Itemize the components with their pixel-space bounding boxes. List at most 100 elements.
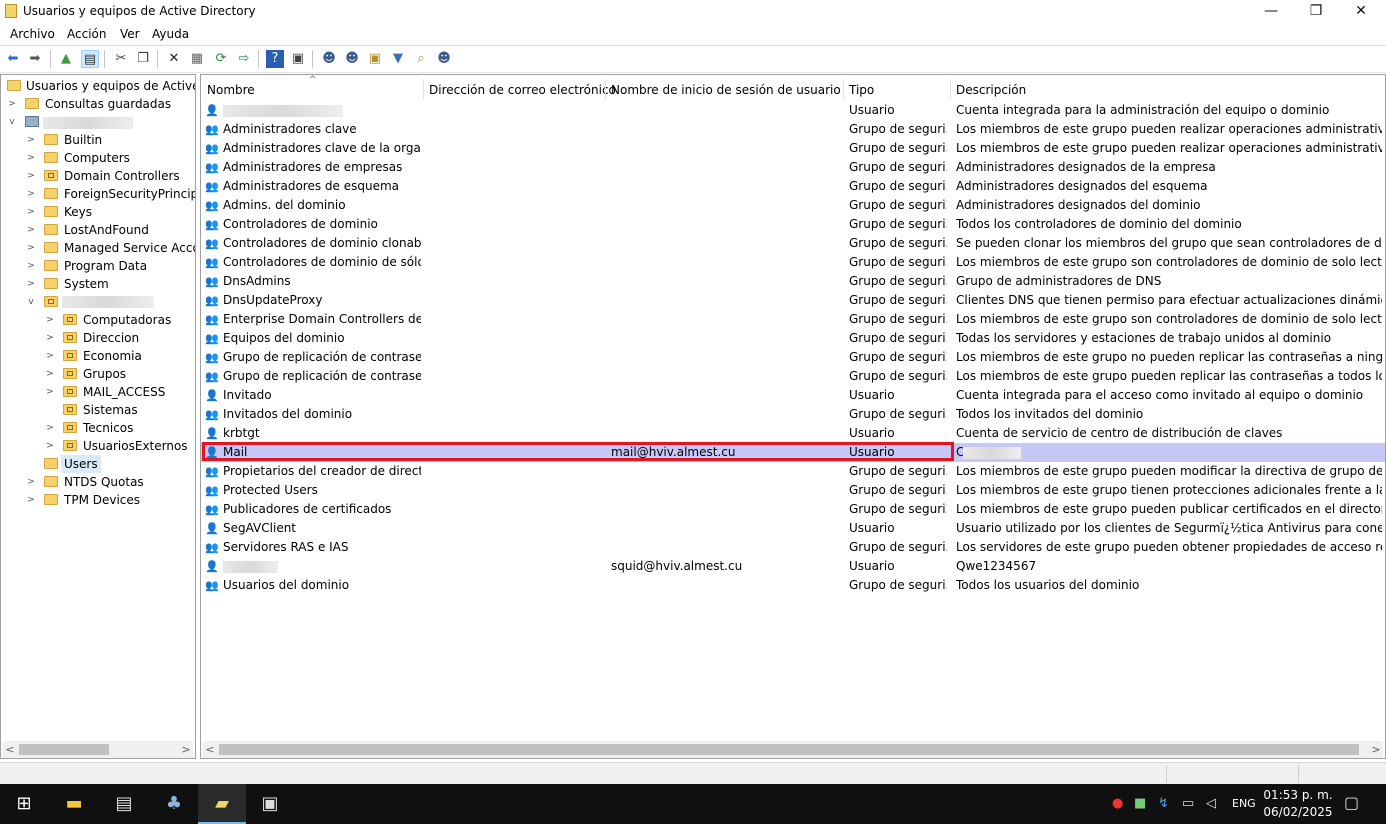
language-indicator[interactable]: ENG [1232,797,1256,810]
scroll-thumb[interactable] [219,744,1359,755]
table-row[interactable]: 👥 Grupo de replicación de contraseña... Gr… [201,348,1385,367]
ethernet-tray-icon[interactable]: ▭ [1182,796,1194,811]
chevron-right-icon[interactable]: > [26,473,36,491]
list-hscrollbar[interactable]: < > [203,741,1383,758]
column-header-name[interactable]: Nombre [207,81,255,99]
add-to-group-icon[interactable]: ☻ [435,50,453,68]
volume-muted-icon[interactable]: ◁ [1206,796,1216,811]
table-row[interactable]: 👤 SegAVClient Usuario Usuario utilizado por… [201,519,1385,538]
chevron-right-icon[interactable]: > [45,365,55,383]
chevron-right-icon[interactable]: > [7,95,17,113]
table-row[interactable]: 👤 krbtgt Usuario Cuenta de servicio de cent… [201,424,1385,443]
close-button[interactable]: ✕ [1338,0,1384,24]
column-header-description[interactable]: Descripción [956,81,1026,99]
table-row[interactable]: 👥 DnsUpdateProxy Grupo de seguri... Cliente… [201,291,1385,310]
table-row[interactable]: 👥 Enterprise Domain Controllers de só... G… [201,310,1385,329]
chevron-right-icon[interactable]: > [26,185,36,203]
aduc-taskbar-icon[interactable]: ▰ [198,784,246,824]
chevron-down-icon[interactable]: v [7,113,17,131]
export-list-icon[interactable]: ⇨ [235,50,253,68]
menu-ver[interactable]: Ver [120,27,140,41]
table-row[interactable]: 👤 Invitado Usuario Cuenta integrada para el… [201,386,1385,405]
chevron-right-icon[interactable]: > [45,311,55,329]
start-icon[interactable]: ⊞ [0,784,48,824]
document-icon[interactable]: ▤ [100,784,148,824]
chevron-right-icon[interactable]: > [45,437,55,455]
table-row[interactable]: 👥 Propietarios del creador de directiva..… [201,462,1385,481]
chevron-right-icon[interactable]: > [26,239,36,257]
chevron-right-icon[interactable]: > [45,419,55,437]
server-manager-icon[interactable]: ▣ [246,784,294,824]
delete-icon[interactable]: ✕ [165,50,183,68]
new-user-icon[interactable]: ☻ [320,50,338,68]
table-row[interactable]: 👥 DnsAdmins Grupo de seguri... Grupo de adm… [201,272,1385,291]
new-group-icon[interactable]: ☻ [343,50,361,68]
antivirus-tray-icon[interactable]: ● [1112,796,1123,811]
column-header-type[interactable]: Tipo [849,81,874,99]
chevron-right-icon[interactable]: > [26,149,36,167]
table-row[interactable]: 👥 Controladores de dominio clonables Grupo… [201,234,1385,253]
filter-icon[interactable]: ▼ [389,50,407,68]
table-row[interactable]: 👥 Servidores RAS e IAS Grupo de seguri... L… [201,538,1385,557]
column-header-login[interactable]: Nombre de inicio de sesión de usuario [611,81,841,99]
network-tray-icon[interactable]: ■ [1134,796,1146,811]
table-row[interactable]: 👥 Invitados del dominio Grupo de seguri...… [201,405,1385,424]
chevron-right-icon[interactable]: > [26,221,36,239]
scroll-left-icon[interactable]: < [203,741,217,758]
scroll-thumb[interactable] [19,744,109,755]
column-separator[interactable] [843,79,844,99]
column-header-email[interactable]: Dirección de correo electrónico [429,81,616,99]
copy-icon[interactable]: ❐ [134,50,152,68]
chevron-right-icon[interactable]: > [45,347,55,365]
menu-ayuda[interactable]: Ayuda [152,27,189,41]
column-separator[interactable] [423,79,424,99]
table-row[interactable]: 👥 Publicadores de certificados Grupo de se… [201,500,1385,519]
forward-icon[interactable]: ➡ [26,50,44,68]
new-ou-icon[interactable]: ▣ [366,50,384,68]
table-row[interactable]: 👥 Controladores de dominio de sólo l... Gr… [201,253,1385,272]
show-hide-tree-icon[interactable]: ▤ [81,50,99,68]
menu-archivo[interactable]: Archivo [10,27,55,41]
network-icon[interactable]: ♣ [150,784,198,824]
chevron-right-icon[interactable]: > [45,383,55,401]
table-row[interactable]: 👤 Mail mail@hviv.almest.cu Usuario C [201,442,1385,462]
update-tray-icon[interactable]: ↯ [1158,796,1169,811]
chevron-right-icon[interactable]: > [26,491,36,509]
console-tree-icon[interactable]: ▣ [289,50,307,68]
table-row[interactable]: 👥 Protected Users Grupo de seguri... Los mi… [201,481,1385,500]
up-folder-icon[interactable]: ▲ [57,50,75,68]
table-row[interactable]: 👥 Administradores clave Grupo de seguri...… [201,120,1385,139]
find-icon[interactable]: ⌕ [412,50,430,68]
chevron-right-icon[interactable]: > [26,167,36,185]
scroll-left-icon[interactable]: < [3,741,17,758]
chevron-right-icon[interactable]: > [26,131,36,149]
scroll-right-icon[interactable]: > [1369,741,1383,758]
back-icon[interactable]: ⬅ [4,50,22,68]
chevron-right-icon[interactable]: > [26,275,36,293]
scroll-right-icon[interactable]: > [179,741,193,758]
table-row[interactable]: 👥 Usuarios del dominio Grupo de seguri... T… [201,576,1385,595]
notifications-icon[interactable]: ▢ [1344,793,1359,812]
minimize-button[interactable]: — [1248,0,1294,24]
column-separator[interactable] [950,79,951,99]
table-row[interactable]: 👥 Controladores de dominio Grupo de seguri… [201,215,1385,234]
table-row[interactable]: 👥 Administradores de empresas Grupo de seg… [201,158,1385,177]
table-row[interactable]: 👥 Equipos del dominio Grupo de seguri... To… [201,329,1385,348]
table-row[interactable]: 👥 Admins. del dominio Grupo de seguri... Ad… [201,196,1385,215]
menu-accion[interactable]: Acción [67,27,106,41]
table-row[interactable]: 👥 Administradores de esquema Grupo de segu… [201,177,1385,196]
chevron-right-icon[interactable]: > [26,257,36,275]
table-row[interactable]: 👥 Grupo de replicación de contraseña... Gr… [201,367,1385,386]
help-icon[interactable]: ? [266,50,284,68]
tree-hscrollbar[interactable]: < > [3,741,193,758]
chevron-right-icon[interactable]: > [45,329,55,347]
refresh-icon[interactable]: ⟳ [212,50,230,68]
cut-icon[interactable]: ✂ [112,50,130,68]
file-explorer-icon[interactable]: ▬ [50,784,98,824]
table-row[interactable]: 👤 Usuario Cuenta integrada para la adminis… [201,101,1385,120]
table-row[interactable]: 👤 squid@hviv.almest.cu Usuario Qwe1234567 [201,557,1385,576]
column-separator[interactable] [605,79,606,99]
properties-icon[interactable]: ▦ [188,50,206,68]
maximize-button[interactable]: ❐ [1293,0,1339,24]
chevron-right-icon[interactable]: > [26,203,36,221]
